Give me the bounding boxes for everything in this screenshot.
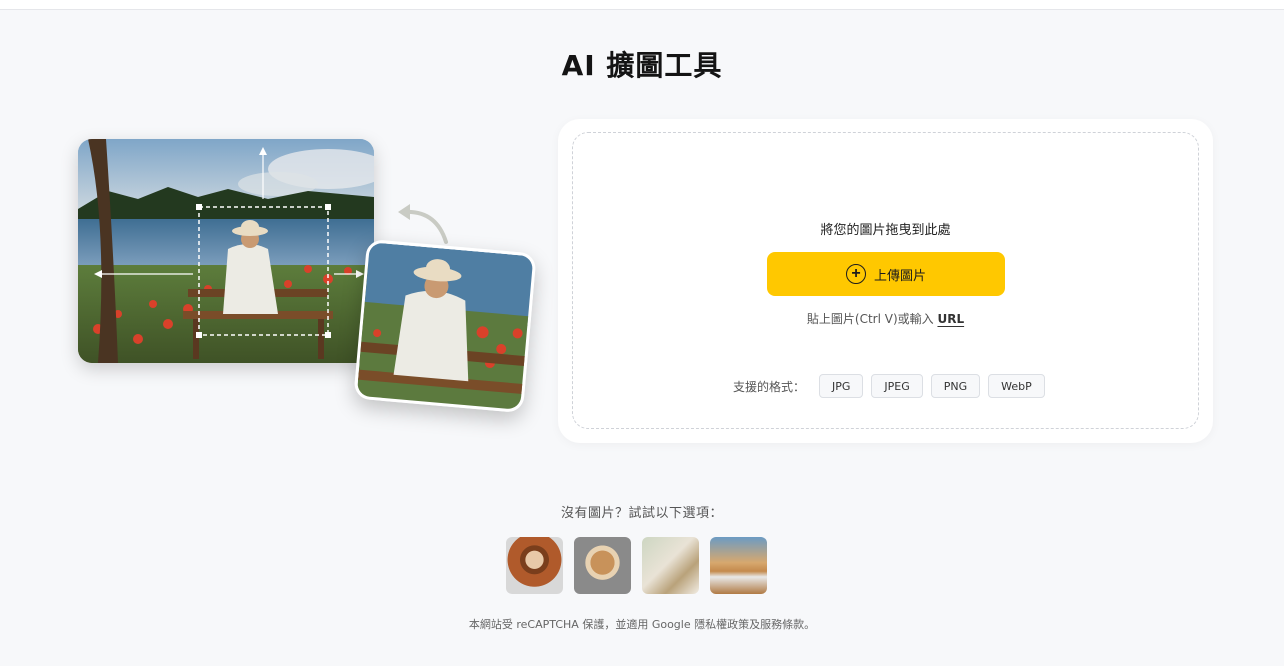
landscape-image xyxy=(78,139,374,363)
sample-dog[interactable] xyxy=(574,537,631,594)
upload-card: 將您的圖片拖曳到此處 + 上傳圖片 貼上圖片(Ctrl V)或輸入 URL 支援… xyxy=(558,119,1213,443)
supported-formats: 支援的格式： JPG JPEG PNG WebP xyxy=(733,374,1045,398)
page-title: AI 擴圖工具 xyxy=(561,49,723,82)
sample-woman-portrait[interactable] xyxy=(506,537,563,594)
plus-circle-icon: + xyxy=(845,264,866,284)
sample-images xyxy=(506,537,767,594)
upload-button[interactable]: + 上傳圖片 xyxy=(767,252,1005,296)
format-chip: JPG xyxy=(819,374,864,398)
format-chip: JPEG xyxy=(871,374,923,398)
paste-text: 貼上圖片(Ctrl V)或輸入 xyxy=(806,312,934,326)
dropzone[interactable]: 將您的圖片拖曳到此處 + 上傳圖片 貼上圖片(Ctrl V)或輸入 URL 支援… xyxy=(572,132,1199,429)
curved-arrow-icon xyxy=(398,204,448,244)
top-bar xyxy=(0,0,1284,10)
upload-button-label: 上傳圖片 xyxy=(873,267,926,283)
paste-hint: 貼上圖片(Ctrl V)或輸入 URL xyxy=(573,310,1198,327)
samples-label: 沒有圖片？試試以下選項： xyxy=(560,506,723,521)
recaptcha-note: 本網站受 reCAPTCHA 保護，並適用 Google 隱私權政策及服務條款。 xyxy=(468,618,816,631)
sample-car-desert[interactable] xyxy=(710,537,767,594)
formats-label: 支援的格式： xyxy=(733,379,806,394)
sample-product-bottles[interactable] xyxy=(642,537,699,594)
format-chip: PNG xyxy=(930,374,981,398)
format-chip: WebP xyxy=(988,374,1045,398)
expand-illustration xyxy=(70,130,550,430)
drop-hint: 將您的圖片拖曳到此處 xyxy=(820,223,951,238)
result-image xyxy=(353,238,537,414)
url-link[interactable]: URL xyxy=(937,312,964,326)
